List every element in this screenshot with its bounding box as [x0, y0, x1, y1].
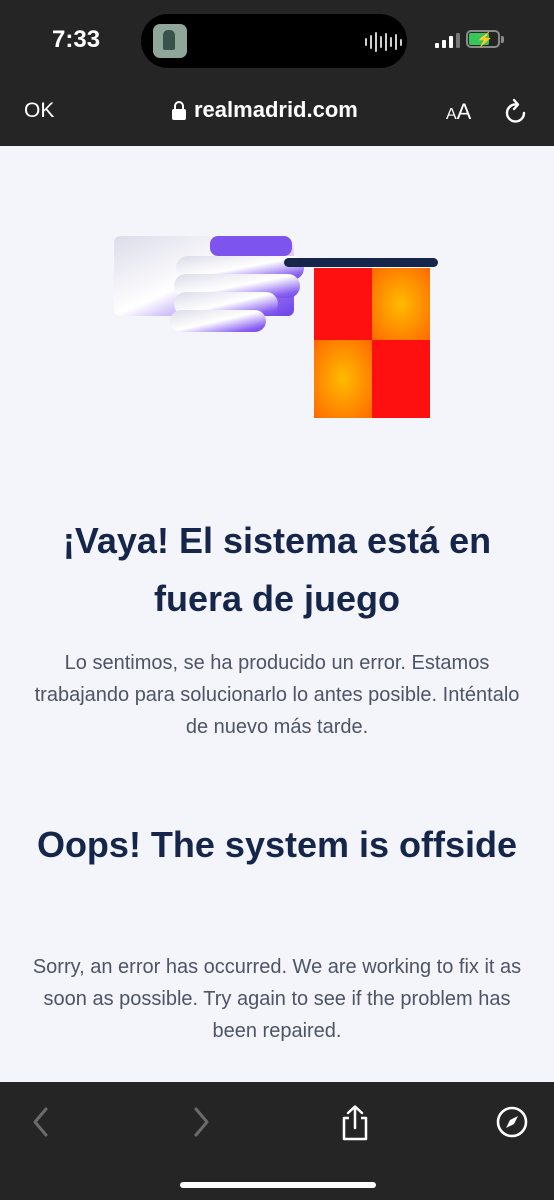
- battery-charging-icon: ⚡: [466, 30, 500, 48]
- referee-hand-icon: [114, 236, 304, 332]
- reload-icon[interactable]: [503, 97, 529, 125]
- audio-waveform-icon: [365, 32, 402, 52]
- cellular-signal-icon: [435, 32, 460, 48]
- error-heading-english: Oops! The system is offside: [36, 824, 518, 865]
- lock-icon: [172, 100, 186, 120]
- error-message-spanish: Lo sentimos, se ha producido un error. E…: [34, 652, 520, 738]
- error-page: ¡Vaya! El sistema está en fuera de juego…: [0, 146, 554, 1082]
- address-bar[interactable]: realmadrid.com: [172, 97, 358, 123]
- status-bar: 7:33 ⚡: [0, 0, 554, 80]
- share-icon[interactable]: [338, 1104, 372, 1142]
- status-time: 7:33: [52, 26, 101, 53]
- compass-icon[interactable]: [494, 1104, 530, 1140]
- dynamic-island[interactable]: [141, 14, 407, 68]
- offside-flag-illustration: [114, 236, 438, 418]
- error-message-english: Sorry, an error has occurred. We are wor…: [32, 956, 522, 1042]
- text-size-button[interactable]: AA: [446, 99, 471, 125]
- home-indicator: [180, 1182, 376, 1188]
- music-app-avatar-icon: [153, 24, 187, 58]
- text-size-large-label: A: [456, 99, 472, 124]
- battery-cap: [501, 36, 504, 43]
- browser-top-bar: OK realmadrid.com AA: [0, 80, 554, 146]
- offside-flag-icon: [284, 258, 438, 418]
- error-heading-spanish: ¡Vaya! El sistema está en fuera de juego: [62, 520, 492, 619]
- url-text: realmadrid.com: [194, 97, 358, 122]
- text-size-small-label: A: [446, 106, 457, 123]
- back-icon[interactable]: [28, 1104, 54, 1140]
- forward-icon[interactable]: [188, 1104, 214, 1140]
- done-button[interactable]: OK: [24, 99, 54, 123]
